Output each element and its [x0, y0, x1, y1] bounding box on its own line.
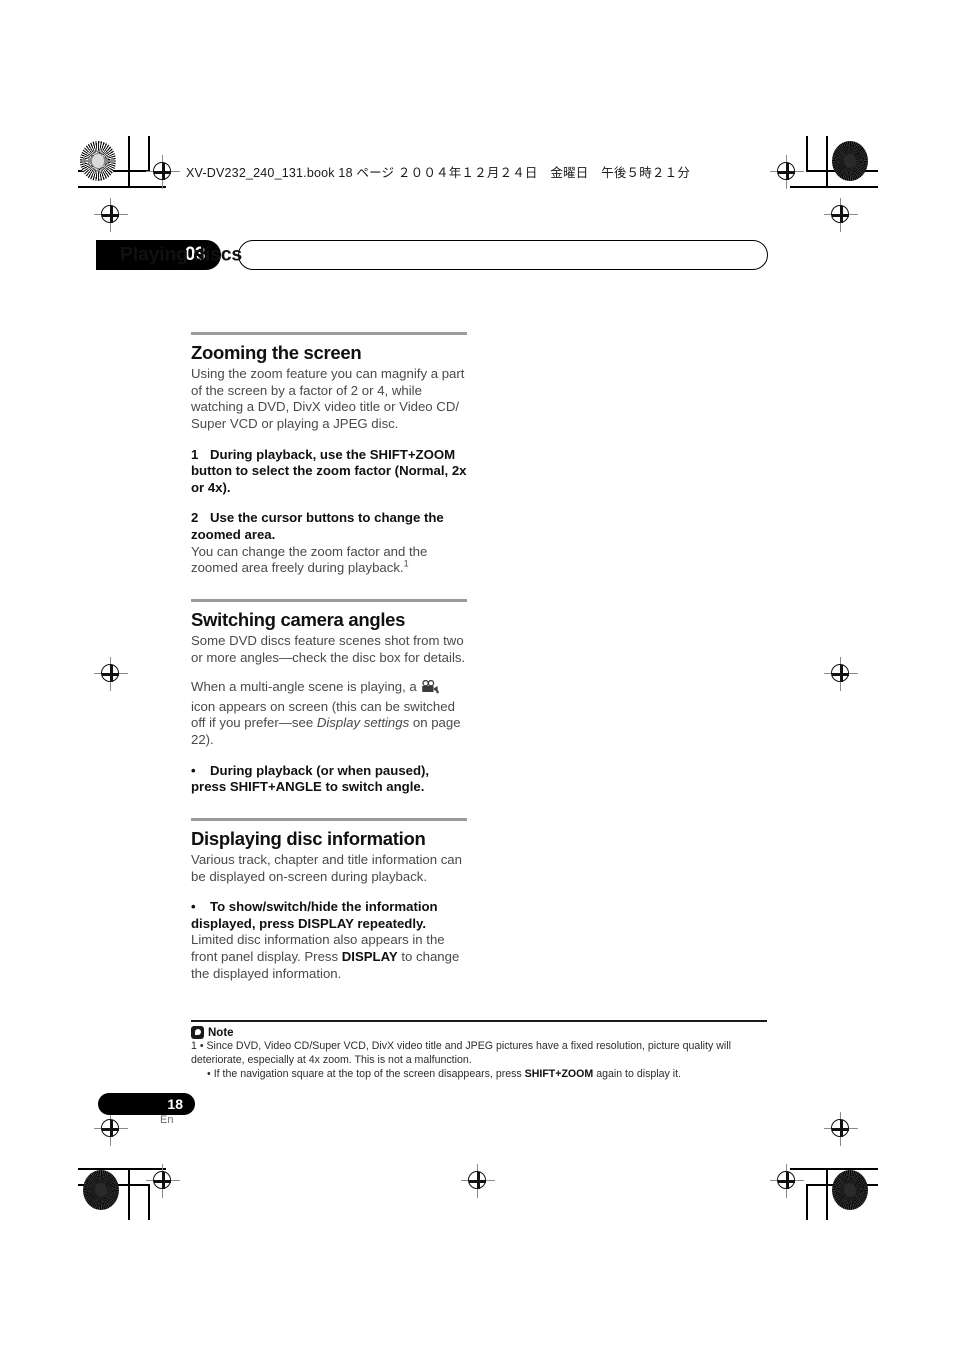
bullet-instruction-text: To show/switch/hide the information disp…: [191, 899, 438, 931]
section-heading: Switching camera angles: [191, 608, 406, 630]
bullet-instruction: • To show/switch/hide the information dis…: [191, 899, 467, 932]
document-page: XV-DV232_240_131.book 18 ページ ２００４年１２月２４日…: [0, 0, 954, 1351]
note-pen-icon: [191, 1026, 204, 1040]
section-intro-paragraph: Various track, chapter and title informa…: [191, 852, 462, 884]
registration-crosshair-mid-right: [824, 657, 858, 691]
page-number-pill: 18: [98, 1093, 195, 1115]
bullet-instruction: • During playback (or when paused), press…: [191, 763, 467, 796]
note-bullet-marker: •: [207, 1068, 211, 1080]
display-settings-reference: Display settings: [316, 715, 410, 731]
registration-crosshair-mid-left: [94, 657, 128, 691]
registration-crosshair-bottom-center: [461, 1164, 495, 1198]
page-language-code: En: [160, 1114, 174, 1126]
multi-angle-paragraph: When a multi-angle scene is playing, a i…: [191, 679, 467, 748]
note-footnote-2-b: again to display it.: [593, 1068, 681, 1080]
registration-rosette-top-left: [80, 141, 116, 181]
note-header: Note: [191, 1026, 767, 1040]
page-number: 18: [167, 1096, 183, 1112]
section-rule: [191, 598, 467, 602]
section-rule: [191, 817, 467, 821]
bullet-marker: •: [191, 899, 196, 915]
movie-camera-icon: [421, 680, 440, 699]
note-footnote-1: 1 • Since DVD, Video CD/Super VCD, DivX …: [191, 1040, 731, 1066]
step-2-number: 2: [191, 510, 199, 526]
step-2-description-text: You can change the zoom factor and the z…: [191, 543, 428, 576]
section-heading: Displaying disc information: [191, 827, 426, 849]
note-divider-rule: [191, 1020, 767, 1023]
registration-crosshair-top-right: [770, 155, 804, 189]
section-intro-paragraph: Using the zoom feature you can magnify a…: [191, 366, 465, 432]
print-header-line: XV-DV232_240_131.book 18 ページ ２００４年１２月２４日…: [186, 166, 691, 180]
step-1: 1 During playback, use the SHIFT+ZOOM but…: [191, 447, 467, 497]
section-displaying-disc-information: Displaying disc information Various trac…: [191, 817, 467, 982]
note-block: Note 1 • Since DVD, Video CD/Super VCD, …: [191, 1020, 767, 1081]
note-footnote-2-a: If the navigation square at the top of t…: [213, 1068, 525, 1080]
crop-mark-top-right-v2: [806, 136, 808, 172]
body-column: Zooming the screen Using the zoom featur…: [191, 332, 467, 982]
registration-crosshair-top-left: [146, 155, 180, 189]
step-1-text: During playback, use the SHIFT+ZOOM butt…: [191, 446, 467, 495]
section-rule: [191, 332, 467, 335]
registration-rosette-bottom-left: [83, 1170, 119, 1210]
note-label: Note: [208, 1026, 234, 1039]
multi-angle-text-a: When a multi-angle scene is playing, a: [191, 679, 421, 695]
registration-crosshair-bottom-left: [146, 1164, 180, 1198]
chapter-title: Playing discs: [120, 243, 243, 266]
display-button-name: DISPLAY: [341, 949, 398, 965]
step-2: 2 Use the cursor buttons to change the zo…: [191, 510, 467, 543]
crop-mark-bottom-right-v: [826, 1168, 828, 1220]
registration-crosshair-upper-left: [94, 198, 128, 232]
registration-crosshair-upper-right: [824, 198, 858, 232]
section-heading: Zooming the screen: [191, 342, 362, 363]
chapter-header-bar: 03 Playing discs: [96, 240, 768, 270]
step-2-description: You can change the zoom factor and the z…: [191, 544, 467, 577]
section-zooming-the-screen: Zooming the screen Using the zoom featur…: [191, 332, 467, 577]
section-switching-camera-angles: Switching camera angles Some DVD discs f…: [191, 598, 467, 796]
bullet-instruction-text: During playback (or when paused), press …: [191, 762, 430, 795]
footnote-marker-1: 1: [403, 558, 409, 569]
step-1-number: 1: [191, 446, 199, 462]
crop-mark-bottom-left-v: [128, 1168, 130, 1220]
step-2-text: Use the cursor buttons to change the zoo…: [191, 510, 444, 543]
registration-crosshair-bottom-right: [770, 1164, 804, 1198]
crop-mark-top-left-v: [128, 136, 130, 188]
note-footnote-2: • If the navigation square at the top of …: [207, 1068, 767, 1081]
registration-rosette-bottom-right: [832, 1170, 868, 1210]
bullet-marker: •: [191, 762, 196, 778]
registration-rosette-top-right: [832, 141, 868, 181]
section-intro-paragraph: Some DVD discs feature scenes shot from …: [191, 633, 466, 665]
shift-zoom-button-name: SHIFT+ZOOM: [524, 1068, 594, 1080]
crop-mark-bottom-right-v2: [806, 1184, 808, 1220]
display-description: Limited disc information also appears in…: [191, 932, 467, 982]
registration-crosshair-lower-right: [824, 1112, 858, 1146]
registration-crosshair-lower-left: [94, 1112, 128, 1146]
crop-mark-top-right-v: [826, 136, 828, 188]
chapter-title-pill: [238, 240, 768, 270]
